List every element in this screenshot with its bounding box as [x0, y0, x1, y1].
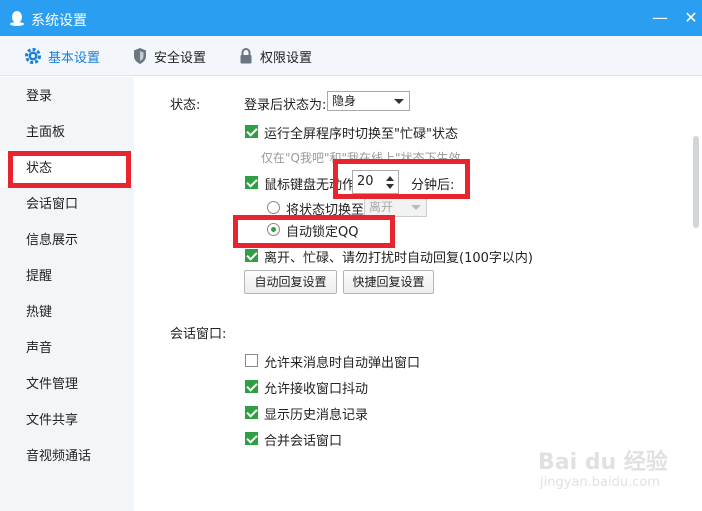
quick-reply-settings-button[interactable]: 快捷回复设置 [343, 270, 434, 294]
auto-reply-label: 离开、忙碌、请勿打扰时自动回复(100字以内) [264, 251, 533, 266]
auto-reply-checkbox[interactable] [245, 249, 258, 262]
merge-windows-label: 合并会话窗口 [264, 434, 343, 449]
chevron-down-icon [394, 99, 404, 104]
login-status-value: 隐身 [332, 94, 357, 108]
sidebar-item-sound[interactable]: 声音 [0, 331, 134, 367]
scrollbar-thumb[interactable] [693, 136, 699, 228]
tab-label: 安全设置 [154, 50, 207, 66]
fullscreen-busy-label: 运行全屏程序时切换至"忙碌"状态 [264, 127, 458, 142]
window-title: 系统设置 [31, 13, 87, 29]
lock-icon [240, 48, 252, 64]
watermark-main-text: Bai du 经验 [538, 450, 668, 475]
chevron-down-icon [411, 205, 421, 210]
tab-permission-settings[interactable]: 权限设置 [238, 36, 312, 76]
history-label: 显示历史消息记录 [264, 408, 369, 423]
login-status-label: 登录后状态为: [244, 98, 327, 113]
sidebar-item-reminder[interactable]: 提醒 [0, 259, 134, 295]
switch-status-value: 离开 [369, 200, 394, 214]
shield-icon [134, 48, 146, 64]
title-bar: 系统设置 — ✕ [0, 0, 702, 36]
status-section-heading: 状态: [170, 98, 201, 113]
sidebar-item-file-management[interactable]: 文件管理 [0, 367, 134, 403]
history-checkbox[interactable] [245, 406, 258, 419]
gear-icon [25, 48, 41, 64]
highlight-box-minutes [333, 159, 470, 199]
sidebar-item-main-panel[interactable]: 主面板 [0, 115, 134, 151]
auto-popup-label: 允许来消息时自动弹出窗口 [264, 356, 421, 371]
sidebar-item-av-call[interactable]: 音视频通话 [0, 439, 134, 475]
tab-label: 权限设置 [260, 50, 313, 66]
sidebar-item-info-display[interactable]: 信息展示 [0, 223, 134, 259]
auto-reply-settings-button[interactable]: 自动回复设置 [244, 270, 337, 294]
fullscreen-busy-checkbox[interactable] [245, 125, 258, 138]
watermark-sub-text: jingyan.baidu.com [540, 475, 660, 490]
tab-security-settings[interactable]: 安全设置 [132, 36, 206, 76]
switch-status-select[interactable]: 离开 [364, 197, 427, 217]
highlight-box-auto-lock [233, 215, 395, 248]
switch-status-radio[interactable] [267, 201, 280, 214]
login-status-select[interactable]: 隐身 [327, 91, 410, 111]
chat-section-heading: 会话窗口: [170, 327, 227, 342]
baidu-watermark: Bai du 经验 jingyan.baidu.com [538, 444, 668, 496]
tab-basic-settings[interactable]: 基本设置 [24, 36, 100, 76]
auto-popup-checkbox[interactable] [245, 354, 258, 367]
highlight-box-status [8, 151, 131, 188]
sidebar: 登录 主面板 状态 会话窗口 信息展示 提醒 热键 声音 文件管理 文件共享 音… [0, 77, 134, 511]
window-shake-label: 允许接收窗口抖动 [264, 382, 369, 397]
sidebar-item-login[interactable]: 登录 [0, 79, 134, 115]
window-shake-checkbox[interactable] [245, 380, 258, 393]
settings-tab-bar: 基本设置 安全设置 权限设置 [0, 36, 702, 76]
sidebar-item-hotkeys[interactable]: 热键 [0, 295, 134, 331]
close-button[interactable]: ✕ [681, 8, 701, 28]
tab-label: 基本设置 [48, 50, 101, 66]
merge-windows-checkbox[interactable] [245, 432, 258, 445]
sidebar-item-chat-window[interactable]: 会话窗口 [0, 187, 134, 223]
sidebar-item-file-sharing[interactable]: 文件共享 [0, 403, 134, 439]
idle-checkbox[interactable] [245, 176, 258, 189]
qq-penguin-icon [10, 11, 24, 26]
minimize-button[interactable]: — [650, 8, 670, 28]
